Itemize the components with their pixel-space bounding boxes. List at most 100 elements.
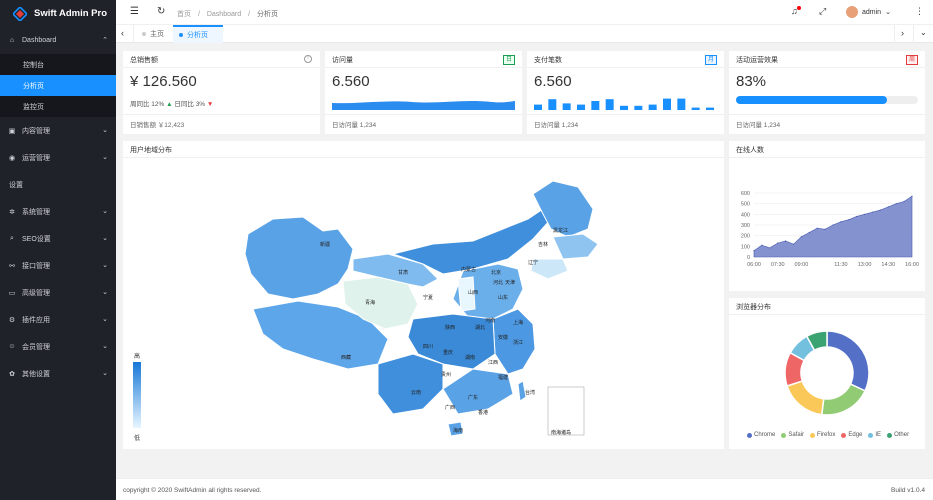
sidebar-item-seo[interactable]: ⌕ SEO设置 ⌄: [0, 225, 116, 252]
week-compare: 周同比 12%: [130, 101, 165, 108]
tab-dot-icon: [179, 33, 183, 37]
month-badge: 月: [704, 55, 717, 65]
data-point: [903, 200, 905, 203]
legend-dot: [841, 432, 847, 438]
breadcrumb-dashboard[interactable]: Dashboard: [207, 11, 241, 18]
pie-slice-firefox[interactable]: [786, 380, 825, 416]
sidebar-item-operation[interactable]: ◉ 运营管理 ⌄: [0, 144, 116, 171]
map-label: 西藏: [341, 355, 352, 361]
legend-dot: [781, 432, 787, 438]
sidebar-item-console[interactable]: 控制台: [0, 54, 116, 75]
sidebar-item-other[interactable]: ✿ 其他设置 ⌄: [0, 360, 116, 387]
map-card: 用户地域分布 新疆 西藏 青海 甘肃 内蒙古 黑龙江 吉林 辽宁 山西 山东 河南 四川 重庆 湖北 湖南云…: [123, 141, 724, 449]
down-arrow-icon: ▼: [206, 101, 214, 108]
sidebar-item-label: 高级管理: [22, 289, 50, 297]
chevron-down-icon: ⌄: [102, 370, 108, 377]
bell-icon[interactable]: ♫: [791, 6, 801, 16]
breadcrumb-home[interactable]: 首页: [177, 11, 191, 18]
legend-label: IE: [875, 432, 882, 438]
sidebar-item-label: 会员管理: [22, 343, 50, 351]
payment-bar: [591, 101, 600, 110]
map-label: 重庆: [443, 350, 454, 356]
data-point: [761, 244, 763, 246]
legend-item[interactable]: IE: [868, 432, 881, 438]
map-label: 河南: [485, 318, 496, 324]
legend-low-label: 低: [134, 436, 141, 442]
map-label: 陕西: [445, 325, 456, 331]
legend-item[interactable]: Chrome: [747, 432, 775, 438]
chevron-down-icon: ⌄: [102, 316, 108, 323]
sidebar-item-analysis[interactable]: 分析页: [0, 75, 116, 96]
map-label: 宁夏: [423, 295, 434, 301]
map-label: 云南: [411, 390, 422, 396]
tab-analysis[interactable]: 分析页: [173, 25, 223, 43]
pie-slice-chrome[interactable]: [826, 330, 870, 392]
data-point: [879, 209, 881, 211]
legend-item[interactable]: Other: [887, 432, 909, 438]
map-label: 上海: [513, 320, 524, 326]
tab-home[interactable]: 主页: [138, 25, 168, 43]
pie-slice-safair[interactable]: [820, 383, 867, 416]
tab-label: 分析页: [187, 32, 208, 39]
sidebar-item-monitor[interactable]: 监控页: [0, 96, 116, 117]
gear-icon: ✲: [9, 208, 15, 216]
payment-bar: [663, 98, 671, 110]
map-label: 辽宁: [528, 260, 539, 266]
map-label: 湖北: [475, 325, 486, 331]
chevron-down-icon: ⌄: [102, 343, 108, 350]
sidebar-item-label: 运营管理: [22, 154, 50, 162]
legend-gradient[interactable]: [133, 362, 141, 428]
menu-toggle-icon[interactable]: ☰: [130, 6, 139, 17]
map-label: 海南: [453, 428, 464, 434]
map-label: 安徽: [498, 335, 509, 341]
sidebar: Swift Admin Pro ⌂ Dashboard ⌃ 控制台 分析页 监控…: [0, 0, 116, 500]
legend-item[interactable]: Firefox: [810, 432, 835, 438]
legend-dot: [810, 432, 816, 438]
sidebar-item-label: 接口管理: [22, 262, 50, 270]
payments-card: 支付笔数 月 6.560 日访问量 1,234: [527, 51, 724, 134]
app-logo[interactable]: Swift Admin Pro: [0, 0, 116, 27]
chevron-down-icon: ⌄: [102, 154, 108, 161]
chevron-down-icon: ⌄: [102, 289, 108, 296]
sidebar-item-dashboard[interactable]: ⌂ Dashboard ⌃: [0, 27, 116, 54]
card-title: 访问量: [332, 57, 353, 64]
tab-scroll-left-icon[interactable]: ‹: [121, 28, 124, 38]
legend-item[interactable]: Edge: [841, 432, 862, 438]
refresh-icon[interactable]: ↻: [157, 6, 165, 17]
user-menu[interactable]: admin ⌄: [846, 6, 891, 18]
legend-dot: [887, 432, 893, 438]
legend-item[interactable]: Safair: [781, 432, 804, 438]
sidebar-item-label: 插件应用: [22, 316, 50, 324]
tab-bar: ‹ 主页 分析页 › ⌄: [116, 25, 933, 43]
sidebar-item-api[interactable]: ⚯ 接口管理 ⌄: [0, 252, 116, 279]
browser-donut-chart: [784, 330, 870, 416]
sidebar-item-content[interactable]: ▣ 内容管理 ⌄: [0, 117, 116, 144]
sidebar-item-label: 控制台: [23, 61, 44, 69]
operation-icon: ◉: [8, 154, 16, 162]
map-label: 香港: [478, 410, 489, 416]
page-footer: copyright © 2020 SwiftAdmin all rights r…: [116, 478, 933, 500]
sidebar-item-label: 系统管理: [22, 208, 50, 216]
tab-scroll-right-icon[interactable]: ›: [901, 28, 904, 38]
sidebar-item-system[interactable]: ✲ 系统管理 ⌄: [0, 198, 116, 225]
data-point: [832, 224, 834, 226]
sidebar-item-label: 其他设置: [22, 370, 50, 378]
data-point: [840, 221, 842, 223]
sidebar-item-advanced[interactable]: ▭ 高级管理 ⌄: [0, 279, 116, 306]
sidebar-item-members[interactable]: ☺ 会员管理 ⌄: [0, 333, 116, 360]
tab-options-icon[interactable]: ⌄: [920, 28, 927, 37]
more-icon[interactable]: ⋮: [915, 6, 924, 17]
data-point: [785, 240, 787, 242]
online-area: [753, 195, 913, 258]
map-label: 台湾: [525, 390, 536, 396]
info-icon[interactable]: !: [304, 55, 312, 63]
card-title: 用户地域分布: [130, 147, 172, 154]
tab-label: 主页: [150, 31, 164, 38]
sidebar-item-plugins[interactable]: ⚙ 插件应用 ⌄: [0, 306, 116, 333]
day-badge: 日: [502, 55, 515, 65]
fullscreen-icon[interactable]: ⤢: [819, 6, 826, 17]
breadcrumb: 首页 / Dashboard / 分析页: [177, 11, 278, 18]
y-tick-label: 200: [741, 234, 750, 240]
x-tick-label: 14:30: [881, 262, 895, 268]
top-header: ☰ ↻ 首页 / Dashboard / 分析页 ♫ ⤢ admin ⌄ ⋮: [116, 0, 933, 25]
